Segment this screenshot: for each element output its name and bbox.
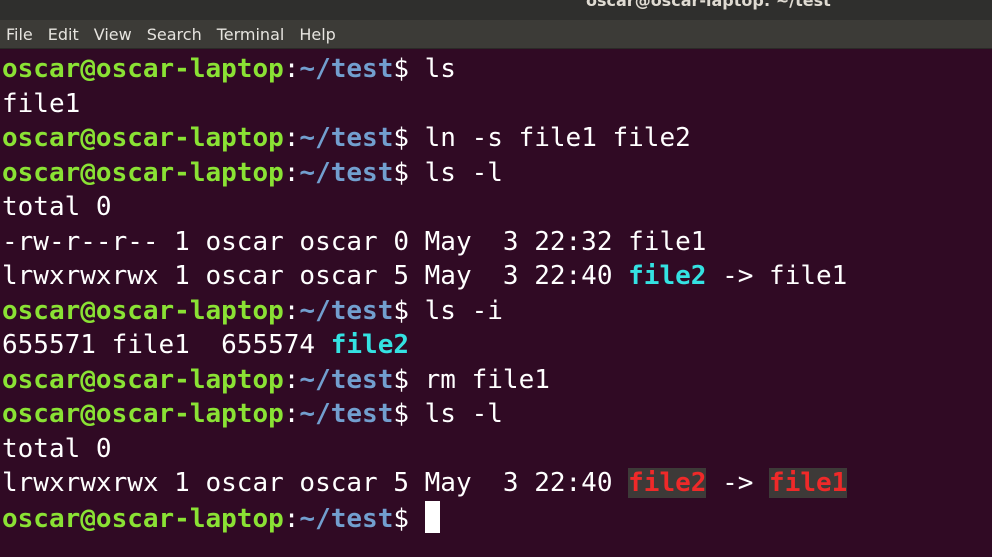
prompt-dollar: $ <box>393 54 425 84</box>
command-text: rm file1 <box>424 364 550 395</box>
prompt-line: oscar@oscar-laptop:~/test$ ln -s file1 f… <box>2 121 992 156</box>
prompt-separator: : <box>283 503 300 534</box>
output-line: lrwxrwxrwx 1 oscar oscar 5 May 3 22:40 f… <box>2 466 992 501</box>
command-text: ln -s file1 file2 <box>424 123 691 153</box>
menu-terminal[interactable]: Terminal <box>217 25 285 44</box>
menu-help[interactable]: Help <box>299 25 335 44</box>
output-text: total 0 <box>2 192 112 222</box>
inode-listing: 655571 file1 655574 <box>2 330 331 360</box>
prompt-path: ~/test <box>299 295 394 326</box>
terminal-window: oscar@oscar-laptop: ~/test File Edit Vie… <box>0 0 992 557</box>
prompt-separator: : <box>283 54 300 84</box>
symlink-name: file2 <box>628 261 707 291</box>
menu-file[interactable]: File <box>6 25 33 44</box>
output-text: file1 <box>2 88 81 119</box>
prompt-user-host: oscar@oscar-laptop <box>2 295 284 326</box>
output-line: file1 <box>2 87 992 122</box>
prompt-line: oscar@oscar-laptop:~/test$ ls <box>2 52 992 87</box>
menu-search[interactable]: Search <box>147 25 202 44</box>
window-title: oscar@oscar-laptop: ~/test <box>586 0 831 10</box>
prompt-user-host: oscar@oscar-laptop <box>2 364 284 395</box>
prompt-path: ~/test <box>299 54 394 84</box>
terminal-cursor <box>424 500 440 533</box>
prompt-dollar: $ <box>393 503 425 534</box>
title-bar[interactable]: oscar@oscar-laptop: ~/test <box>0 0 992 20</box>
prompt-line: oscar@oscar-laptop:~/test$ ls -i <box>2 294 992 329</box>
command-text: ls -l <box>424 157 503 188</box>
output-line: lrwxrwxrwx 1 oscar oscar 5 May 3 22:40 f… <box>2 259 992 294</box>
symlink-target: file1 <box>769 261 848 291</box>
prompt-separator: : <box>283 295 300 326</box>
command-text: ls -l <box>424 399 503 429</box>
listing-attrs: lrwxrwxrwx 1 oscar oscar 5 May 3 22:40 <box>2 261 629 291</box>
menu-view[interactable]: View <box>94 25 132 44</box>
prompt-user-host: oscar@oscar-laptop <box>2 157 284 188</box>
output-line: -rw-r--r-- 1 oscar oscar 0 May 3 22:32 f… <box>2 225 992 260</box>
command-text: ls <box>424 54 456 84</box>
listing-attrs: lrwxrwxrwx 1 oscar oscar 5 May 3 22:40 <box>2 468 629 498</box>
symlink-name: file2 <box>330 330 410 360</box>
prompt-dollar: $ <box>393 123 425 153</box>
prompt-line: oscar@oscar-laptop:~/test$ ls -l <box>2 397 992 432</box>
prompt-separator: : <box>283 157 300 188</box>
symlink-arrow: -> <box>706 468 770 498</box>
prompt-path: ~/test <box>299 399 394 429</box>
prompt-user-host: oscar@oscar-laptop <box>2 503 284 534</box>
prompt-path: ~/test <box>299 503 394 534</box>
prompt-path: ~/test <box>299 364 394 395</box>
broken-symlink-target: file1 <box>769 468 848 498</box>
terminal-output[interactable]: oscar@oscar-laptop:~/test$ ls file1 oscar@… <box>0 52 992 557</box>
prompt-separator: : <box>283 364 300 395</box>
prompt-dollar: $ <box>393 399 425 429</box>
output-line: 655571 file1 655574 file2 <box>2 328 992 363</box>
symlink-arrow: -> <box>706 261 770 291</box>
output-text: -rw-r--r-- 1 oscar oscar 0 May 3 22:32 f… <box>2 226 707 257</box>
prompt-separator: : <box>283 399 300 429</box>
prompt-path: ~/test <box>299 123 394 153</box>
output-line: total 0 <box>2 432 992 467</box>
output-line: total 0 <box>2 190 992 225</box>
output-text: total 0 <box>2 433 112 464</box>
prompt-path: ~/test <box>299 157 394 188</box>
prompt-line: oscar@oscar-laptop:~/test$ ls -l <box>2 156 992 191</box>
prompt-separator: : <box>283 123 300 153</box>
broken-symlink-name: file2 <box>628 468 707 498</box>
prompt-line: oscar@oscar-laptop:~/test$ <box>2 500 992 536</box>
prompt-user-host: oscar@oscar-laptop <box>2 399 284 429</box>
prompt-dollar: $ <box>393 364 425 395</box>
prompt-user-host: oscar@oscar-laptop <box>2 123 284 153</box>
command-text: ls -i <box>424 295 503 326</box>
prompt-dollar: $ <box>393 295 425 326</box>
prompt-user-host: oscar@oscar-laptop <box>2 54 284 84</box>
prompt-dollar: $ <box>393 157 425 188</box>
prompt-line: oscar@oscar-laptop:~/test$ rm file1 <box>2 363 992 398</box>
menu-bar: File Edit View Search Terminal Help <box>0 20 992 49</box>
menu-edit[interactable]: Edit <box>48 25 79 44</box>
